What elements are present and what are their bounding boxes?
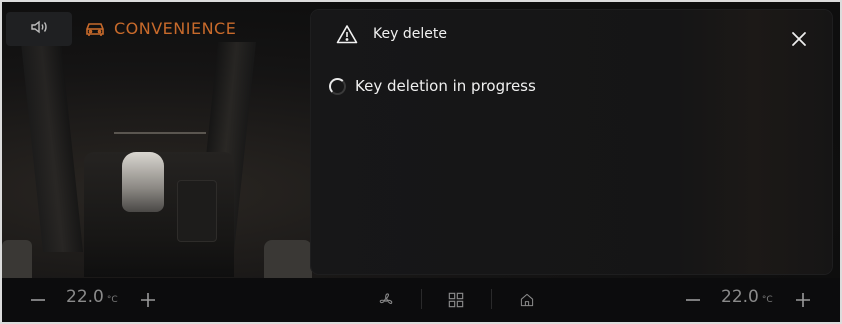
right-temp-decrease-button[interactable] [681,278,705,322]
left-temp-increase-button[interactable] [136,278,160,322]
left-temperature: 22.0 °C [66,287,118,307]
right-temperature-value: 22.0 [721,287,759,307]
minus-icon [30,292,46,308]
popup-header: Key delete [336,24,447,44]
drive-mode-label: CONVENIENCE [114,18,237,38]
drive-mode-indicator[interactable]: CONVENIENCE [84,18,236,38]
divider [491,289,492,309]
plus-icon [795,292,811,308]
status-text: Key deletion in progress [355,77,536,95]
deletion-status: Key deletion in progress [329,77,536,95]
speaker-icon [29,17,49,41]
left-temperature-unit: °C [106,295,118,305]
apps-button[interactable] [444,278,468,322]
left-temp-decrease-button[interactable] [26,278,50,322]
key-delete-popup: Key delete Key deletion in progress [311,10,832,274]
apps-grid-icon [448,292,464,308]
home-icon [519,292,535,308]
fan-icon [378,292,394,308]
right-temperature: 22.0 °C [721,287,773,307]
left-temperature-value: 22.0 [66,287,104,307]
close-icon [791,31,807,47]
fan-button[interactable] [373,278,399,322]
car-icon [84,18,114,38]
volume-button[interactable] [6,12,72,46]
home-button[interactable] [514,278,540,322]
right-temperature-unit: °C [761,295,773,305]
warning-triangle-icon [336,24,373,44]
plus-icon [140,292,156,308]
divider [421,289,422,309]
popup-title: Key delete [373,26,447,42]
right-temp-increase-button[interactable] [791,278,815,322]
climate-bar: 22.0 °C 22.0 °C [2,278,840,322]
close-button[interactable] [788,28,810,50]
minus-icon [685,292,701,308]
spinner-icon [329,77,346,95]
